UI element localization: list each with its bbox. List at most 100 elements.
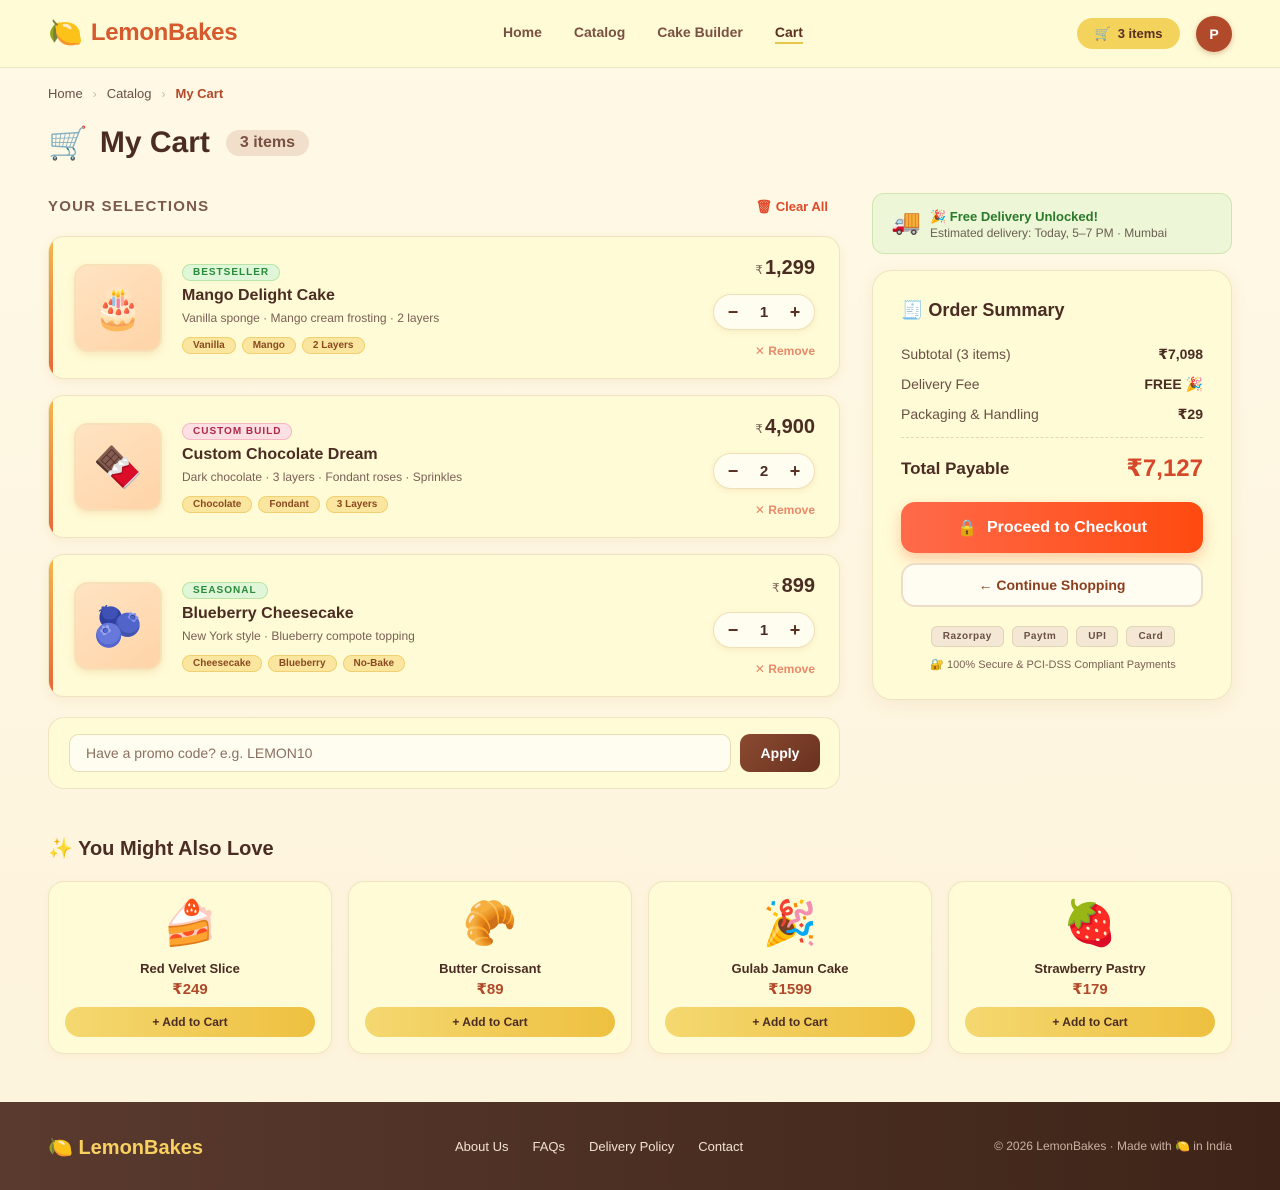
party-popper-icon: 🎉 [762, 899, 818, 948]
apply-promo-button[interactable]: Apply [740, 734, 820, 772]
nav-cake-builder[interactable]: Cake Builder [657, 24, 743, 44]
nav-cart[interactable]: Cart [774, 24, 803, 44]
item-price-value: 1,299 [764, 257, 815, 279]
remove-item-button[interactable]: ✕ Remove [755, 662, 815, 676]
continue-shopping-button[interactable]: ← Continue Shopping [901, 563, 1203, 607]
summary-row-delivery: Delivery Fee FREE 🎉 [901, 376, 1203, 393]
chevron-right-icon: › [92, 86, 97, 101]
add-to-cart-button[interactable]: + Add to Cart [365, 1007, 615, 1037]
promo-code-input[interactable] [69, 734, 731, 772]
quantity-value: 1 [759, 303, 769, 321]
recommendation-name: Strawberry Pastry [1034, 961, 1146, 976]
order-summary: 🧾 Order Summary Subtotal (3 items) ₹7,09… [872, 270, 1232, 700]
breadcrumb-home[interactable]: Home [48, 86, 83, 101]
nav-catalog[interactable]: Catalog [574, 24, 625, 44]
payment-badge: Razorpay [930, 626, 1004, 647]
checkout-button[interactable]: 🔒 Proceed to Checkout [901, 502, 1203, 553]
accent-stripe [49, 555, 53, 696]
increment-button[interactable]: + [788, 620, 802, 641]
summary-title: 🧾 Order Summary [901, 300, 1065, 320]
recommendation-price: ₹1599 [768, 981, 812, 998]
summary-label: Subtotal (3 items) [901, 346, 1011, 362]
quantity-value: 2 [759, 462, 769, 480]
header-cart-button[interactable]: 🛒 3 items [1077, 18, 1180, 49]
recommendation-price: ₹89 [476, 981, 504, 998]
page-title-row: 🛒 My Cart 3 items [48, 124, 310, 162]
decrement-button[interactable]: − [726, 302, 740, 323]
blueberry-icon: 🫐 [74, 582, 162, 670]
quantity-stepper: − 2 + [713, 453, 815, 489]
increment-button[interactable]: + [788, 461, 802, 482]
page-title: My Cart [99, 126, 210, 159]
remove-item-button[interactable]: ✕ Remove [755, 503, 815, 517]
recommendation-card: 🍰 Red Velvet Slice ₹249 + Add to Cart [48, 881, 332, 1054]
secure-payment-note: 🔐 100% Secure & PCI-DSS Compliant Paymen… [930, 659, 1176, 671]
footer-link-faqs[interactable]: FAQs [532, 1139, 565, 1154]
summary-value: ₹7,098 [1158, 346, 1203, 362]
main-nav: Home Catalog Cake Builder Cart [503, 24, 803, 44]
cart-item: 🍫 CUSTOM BUILD Custom Chocolate Dream Da… [48, 395, 840, 538]
total-label: Total Payable [901, 459, 1010, 478]
payment-badge: UPI [1076, 626, 1119, 647]
payment-badge: Paytm [1011, 626, 1069, 647]
recommendation-card: 🍓 Strawberry Pastry ₹179 + Add to Cart [948, 881, 1232, 1054]
item-name: Custom Chocolate Dream [182, 446, 378, 463]
remove-item-button[interactable]: ✕ Remove [755, 344, 815, 358]
summary-value: FREE 🎉 [1144, 376, 1203, 392]
breadcrumb-catalog[interactable]: Catalog [107, 86, 152, 101]
accent-stripe [49, 237, 53, 378]
nav-home[interactable]: Home [503, 24, 542, 44]
item-badge: BESTSELLER [182, 264, 281, 281]
item-badge: SEASONAL [182, 582, 268, 599]
lock-icon: 🔒 [957, 519, 977, 537]
lemon-icon: 🍋 [48, 17, 83, 48]
item-tag: No-Bake [342, 655, 406, 672]
brand-logo[interactable]: 🍋 LemonBakes [48, 16, 238, 50]
footer-logo[interactable]: 🍋 LemonBakes [48, 1135, 203, 1160]
user-avatar[interactable]: P [1196, 16, 1232, 52]
breadcrumb: Home › Catalog › My Cart [48, 86, 223, 101]
footer-links: About Us FAQs Delivery Policy Contact [455, 1139, 743, 1154]
item-description: Vanilla sponge · Mango cream frosting · … [182, 311, 440, 325]
chocolate-icon: 🍫 [74, 423, 162, 511]
item-price: ₹4,900 [755, 416, 815, 439]
footer-link-delivery-policy[interactable]: Delivery Policy [589, 1139, 674, 1154]
item-description: New York style · Blueberry compote toppi… [182, 629, 415, 643]
summary-row-packaging: Packaging & Handling ₹29 [901, 406, 1203, 423]
footer-link-contact[interactable]: Contact [698, 1139, 743, 1154]
summary-value: ₹29 [1177, 406, 1203, 422]
item-description: Dark chocolate · 3 layers · Fondant rose… [182, 470, 463, 484]
truck-icon: 🚚 [891, 209, 921, 236]
item-tag: Mango [241, 337, 296, 354]
add-to-cart-button[interactable]: + Add to Cart [65, 1007, 315, 1037]
quantity-value: 1 [759, 621, 769, 639]
accent-stripe [49, 396, 53, 537]
recommendations-title: ✨ You Might Also Love [48, 838, 274, 860]
add-to-cart-button[interactable]: + Add to Cart [965, 1007, 1215, 1037]
footer: 🍋 LemonBakes About Us FAQs Delivery Poli… [0, 1102, 1280, 1190]
decrement-button[interactable]: − [726, 461, 740, 482]
recommendation-name: Red Velvet Slice [140, 961, 240, 976]
item-tags: Cheesecake Blueberry No-Bake [182, 655, 406, 672]
selections-header: YOUR SELECTIONS 🗑 Clear All [48, 198, 828, 215]
recommendation-card: 🥐 Butter Croissant ₹89 + Add to Cart [348, 881, 632, 1054]
cart-count-label: 3 items [1117, 26, 1163, 41]
quantity-stepper: − 1 + [713, 294, 815, 330]
cart-item: 🎂 BESTSELLER Mango Delight Cake Vanilla … [48, 236, 840, 379]
shopping-cart-icon: 🛒 [48, 125, 88, 161]
clear-all-button[interactable]: 🗑 Clear All [756, 199, 828, 215]
item-tags: Chocolate Fondant 3 Layers [182, 496, 389, 513]
recommendation-name: Butter Croissant [439, 961, 541, 976]
recommendation-price: ₹249 [172, 981, 208, 998]
delivery-estimate: Estimated delivery: Today, 5–7 PM · Mumb… [930, 226, 1167, 240]
decrement-button[interactable]: − [726, 620, 740, 641]
currency-symbol: ₹ [755, 422, 763, 436]
total-value: ₹7,127 [1126, 455, 1203, 482]
footer-link-about[interactable]: About Us [455, 1139, 508, 1154]
add-to-cart-button[interactable]: + Add to Cart [665, 1007, 915, 1037]
item-badge: CUSTOM BUILD [182, 423, 293, 440]
summary-divider [901, 437, 1203, 438]
item-count-badge: 3 items [225, 130, 310, 156]
top-header: 🍋 LemonBakes Home Catalog Cake Builder C… [0, 0, 1280, 68]
increment-button[interactable]: + [788, 302, 802, 323]
